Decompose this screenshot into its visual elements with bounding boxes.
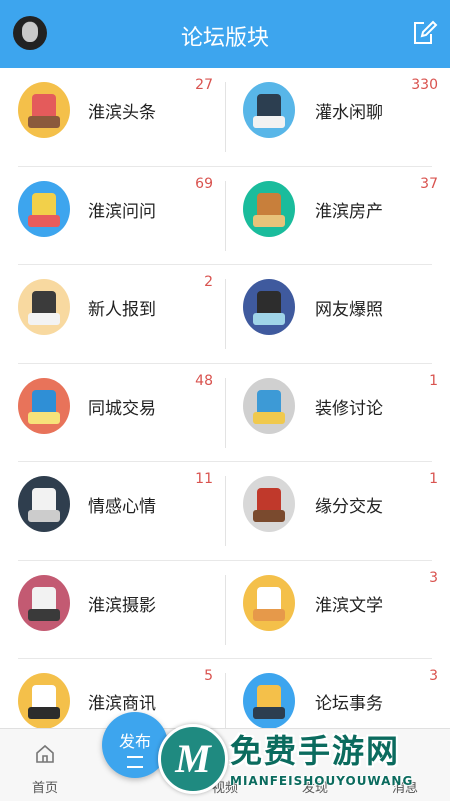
forum-name: 装修讨论 xyxy=(315,398,383,419)
post-count-badge: 27 xyxy=(195,77,213,93)
backpack-icon xyxy=(243,377,295,434)
tab-home[interactable]: 首页 xyxy=(0,729,90,801)
forum-item[interactable]: 新人报到 2 xyxy=(0,265,225,363)
forum-item[interactable]: 淮滨房产 37 xyxy=(225,167,450,265)
forum-name: 情感心情 xyxy=(88,497,156,517)
forum-name: 淮滨问问 xyxy=(88,201,156,222)
forum-grid: 淮滨头条 27 灌水闲聊 330 淮滨问问 69 淮滨房产 37 新人报到 2 网友爆照同城交易 48… xyxy=(0,68,450,758)
forum-name: 网友爆照 xyxy=(315,300,383,320)
post-count-badge: 48 xyxy=(195,372,213,389)
forum-item[interactable]: 缘分交友 1 xyxy=(225,462,450,560)
watermark-text: 免费手游网 xyxy=(230,732,401,770)
abc-blocks-icon xyxy=(18,180,70,237)
forum-item[interactable]: 淮滨问问 69 xyxy=(0,167,225,265)
shopping-bag-icon xyxy=(18,673,70,729)
forum-row: 情感心情 11 缘分交友 1 xyxy=(0,462,450,561)
tab-home-label: 首页 xyxy=(31,781,58,796)
post-count-badge: 330 xyxy=(411,77,438,93)
forum-name: 淮滨房产 xyxy=(315,201,383,222)
home-icon xyxy=(36,744,54,763)
classroom-icon xyxy=(243,82,295,138)
forum-name: 同城交易 xyxy=(88,398,156,419)
watermark: M 免费手游网 MIANFEISHOUYOUWANG xyxy=(150,718,450,800)
forum-item[interactable]: 情感心情 11 xyxy=(0,462,225,560)
post-count-badge: 2 xyxy=(204,274,213,290)
edit-square-icon[interactable] xyxy=(412,20,438,46)
document-icon xyxy=(18,476,70,532)
forum-name: 淮滨文学 xyxy=(315,595,383,616)
girl-reading-icon xyxy=(243,476,295,532)
post-count-badge: 37 xyxy=(420,175,438,192)
forum-name: 淮滨摄影 xyxy=(88,595,156,616)
forum-item[interactable]: 装修讨论 1 xyxy=(225,364,450,462)
post-count-badge: 1 xyxy=(429,372,438,389)
telescope-icon xyxy=(18,574,70,631)
forum-name: 论坛事务 xyxy=(315,694,383,714)
forum-name: 淮滨商讯 xyxy=(88,694,156,714)
house-icon xyxy=(243,180,295,237)
watermark-logo-letter: M xyxy=(175,736,211,781)
watermark-subtext: MIANFEISHOUYOUWANG xyxy=(230,774,414,788)
top-bar: 论坛版块 xyxy=(0,0,450,68)
forum-row: 淮滨头条 27 灌水闲聊 330 xyxy=(0,68,450,167)
post-count-badge: 3 xyxy=(429,668,438,684)
forum-item[interactable]: 淮滨摄影 xyxy=(0,561,225,659)
watermark-logo: M xyxy=(158,724,228,794)
forum-row: 淮滨摄影 淮滨文学 3 xyxy=(0,561,450,660)
page-title: 论坛版块 xyxy=(180,26,269,51)
forum-item[interactable]: 网友爆照 xyxy=(225,265,450,363)
forum-row: 同城交易 48 装修讨论 1 xyxy=(0,364,450,463)
forum-name: 淮滨头条 xyxy=(88,103,156,123)
girl-avatar-icon xyxy=(243,279,295,335)
forum-item[interactable]: 淮滨文学 3 xyxy=(225,561,450,659)
post-count-badge: 1 xyxy=(429,471,438,487)
post-count-badge: 69 xyxy=(195,175,213,192)
forum-name: 灌水闲聊 xyxy=(315,103,383,123)
forum-row: 新人报到 2 网友爆照 xyxy=(0,265,450,364)
forum-row: 淮滨问问 69 淮滨房产 37 xyxy=(0,167,450,266)
post-count-badge: 5 xyxy=(204,668,213,684)
forum-item[interactable]: 淮滨头条 27 xyxy=(0,68,225,166)
post-count-badge: 3 xyxy=(429,569,438,586)
reading-person-icon xyxy=(18,82,70,138)
student-icon xyxy=(18,279,70,335)
forum-item[interactable]: 灌水闲聊 330 xyxy=(225,68,450,166)
forum-name: 新人报到 xyxy=(88,300,156,320)
forum-name: 缘分交友 xyxy=(315,497,383,517)
drawing-tools-icon xyxy=(18,377,70,434)
menu-lines-icon xyxy=(127,756,143,768)
notes-pencil-icon xyxy=(243,574,295,631)
forum-item[interactable]: 同城交易 48 xyxy=(0,364,225,462)
post-count-badge: 11 xyxy=(195,471,213,487)
